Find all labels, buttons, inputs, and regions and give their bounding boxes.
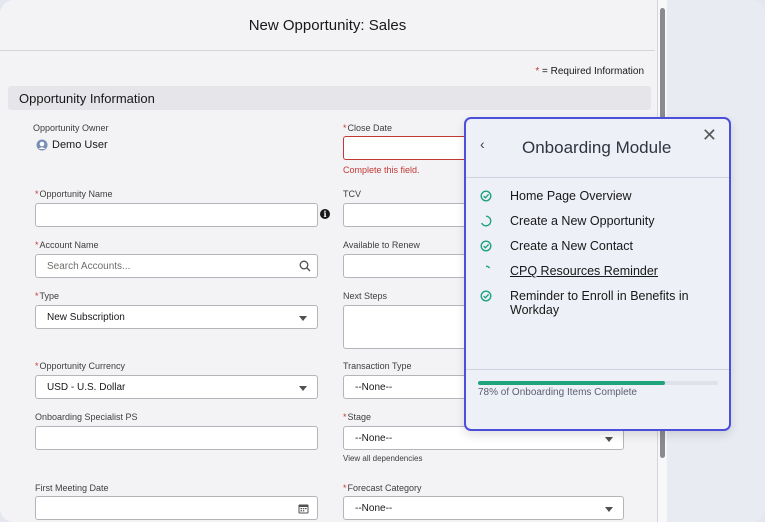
- tcv-label: TCV: [343, 189, 361, 199]
- opportunity-name-input[interactable]: [35, 203, 318, 227]
- onboarding-item-label: Home Page Overview: [510, 189, 632, 203]
- account-search-placeholder: Search Accounts...: [47, 261, 131, 272]
- close-date-error: Complete this field.: [343, 165, 420, 175]
- type-label: *Type: [35, 291, 60, 301]
- close-icon[interactable]: ✕: [702, 125, 717, 146]
- modal-header: New Opportunity: Sales: [0, 0, 655, 51]
- progress-ring-icon: [480, 215, 492, 227]
- progress-text: 78% of Onboarding Items Complete: [478, 387, 637, 398]
- chevron-down-icon: [605, 507, 613, 512]
- check-circle-icon: [480, 240, 492, 252]
- onboarding-item-label: Reminder to Enroll in Benefits in Workda…: [510, 289, 689, 317]
- check-circle-icon: [480, 190, 492, 202]
- stage-label: *Stage: [343, 412, 372, 422]
- owner-value[interactable]: Demo User: [36, 139, 108, 151]
- chevron-down-icon: [299, 386, 307, 391]
- currency-select[interactable]: USD - U.S. Dollar: [35, 375, 318, 399]
- type-select-value: New Subscription: [47, 312, 125, 323]
- stage-value: --None--: [355, 433, 393, 444]
- info-icon[interactable]: i: [320, 209, 330, 219]
- account-name-label: *Account Name: [35, 240, 99, 250]
- onboarding-item-label: Create a New Opportunity: [510, 214, 655, 228]
- section-header-opportunity-information[interactable]: Opportunity Information: [8, 86, 651, 110]
- owner-label: Opportunity Owner: [33, 123, 109, 133]
- transaction-type-value: --None--: [355, 382, 393, 393]
- chevron-down-icon: [299, 316, 307, 321]
- transaction-type-label: Transaction Type: [343, 361, 412, 371]
- opportunity-name-label: *Opportunity Name: [35, 189, 113, 199]
- modal-title: New Opportunity: Sales: [248, 17, 407, 34]
- onboarding-module-panel: ‹ Onboarding Module ✕ Home Page Overview…: [464, 117, 731, 431]
- back-chevron-icon[interactable]: ‹: [480, 136, 485, 152]
- next-steps-label: Next Steps: [343, 291, 388, 301]
- required-info-note: * = Required Information: [535, 66, 644, 77]
- progress-bar: [478, 381, 718, 385]
- forecast-category-select[interactable]: --None--: [343, 496, 624, 520]
- progress-bar-fill: [478, 381, 666, 385]
- search-icon[interactable]: [299, 260, 311, 272]
- check-circle-icon: [480, 290, 492, 302]
- chevron-down-icon: [605, 437, 613, 442]
- view-dependencies-link[interactable]: View all dependencies: [343, 454, 422, 463]
- forecast-category-label: *Forecast Category: [343, 483, 422, 493]
- section-title: Opportunity Information: [19, 91, 155, 106]
- user-avatar-icon: [36, 139, 48, 151]
- panel-divider: [466, 369, 729, 370]
- first-meeting-label: First Meeting Date: [35, 483, 109, 493]
- panel-divider: [466, 177, 729, 178]
- onboarding-item-label: Create a New Contact: [510, 239, 633, 253]
- currency-select-value: USD - U.S. Dollar: [47, 382, 126, 393]
- first-meeting-date-input[interactable]: [35, 496, 318, 520]
- progress-ring-icon: [485, 265, 491, 269]
- calendar-icon[interactable]: [298, 503, 309, 514]
- renew-label: Available to Renew: [343, 240, 420, 250]
- app-frame: New Opportunity: Sales * = Required Info…: [0, 0, 765, 522]
- currency-label: *Opportunity Currency: [35, 361, 126, 371]
- close-date-label: *Close Date: [343, 123, 393, 133]
- onboarding-title: Onboarding Module: [522, 138, 672, 157]
- specialist-input[interactable]: [35, 426, 318, 450]
- type-select[interactable]: New Subscription: [35, 305, 318, 329]
- account-search-input[interactable]: Search Accounts...: [35, 254, 318, 278]
- forecast-category-value: --None--: [355, 503, 393, 514]
- onboarding-item-label[interactable]: CPQ Resources Reminder: [510, 264, 658, 278]
- specialist-label: Onboarding Specialist PS: [35, 412, 138, 422]
